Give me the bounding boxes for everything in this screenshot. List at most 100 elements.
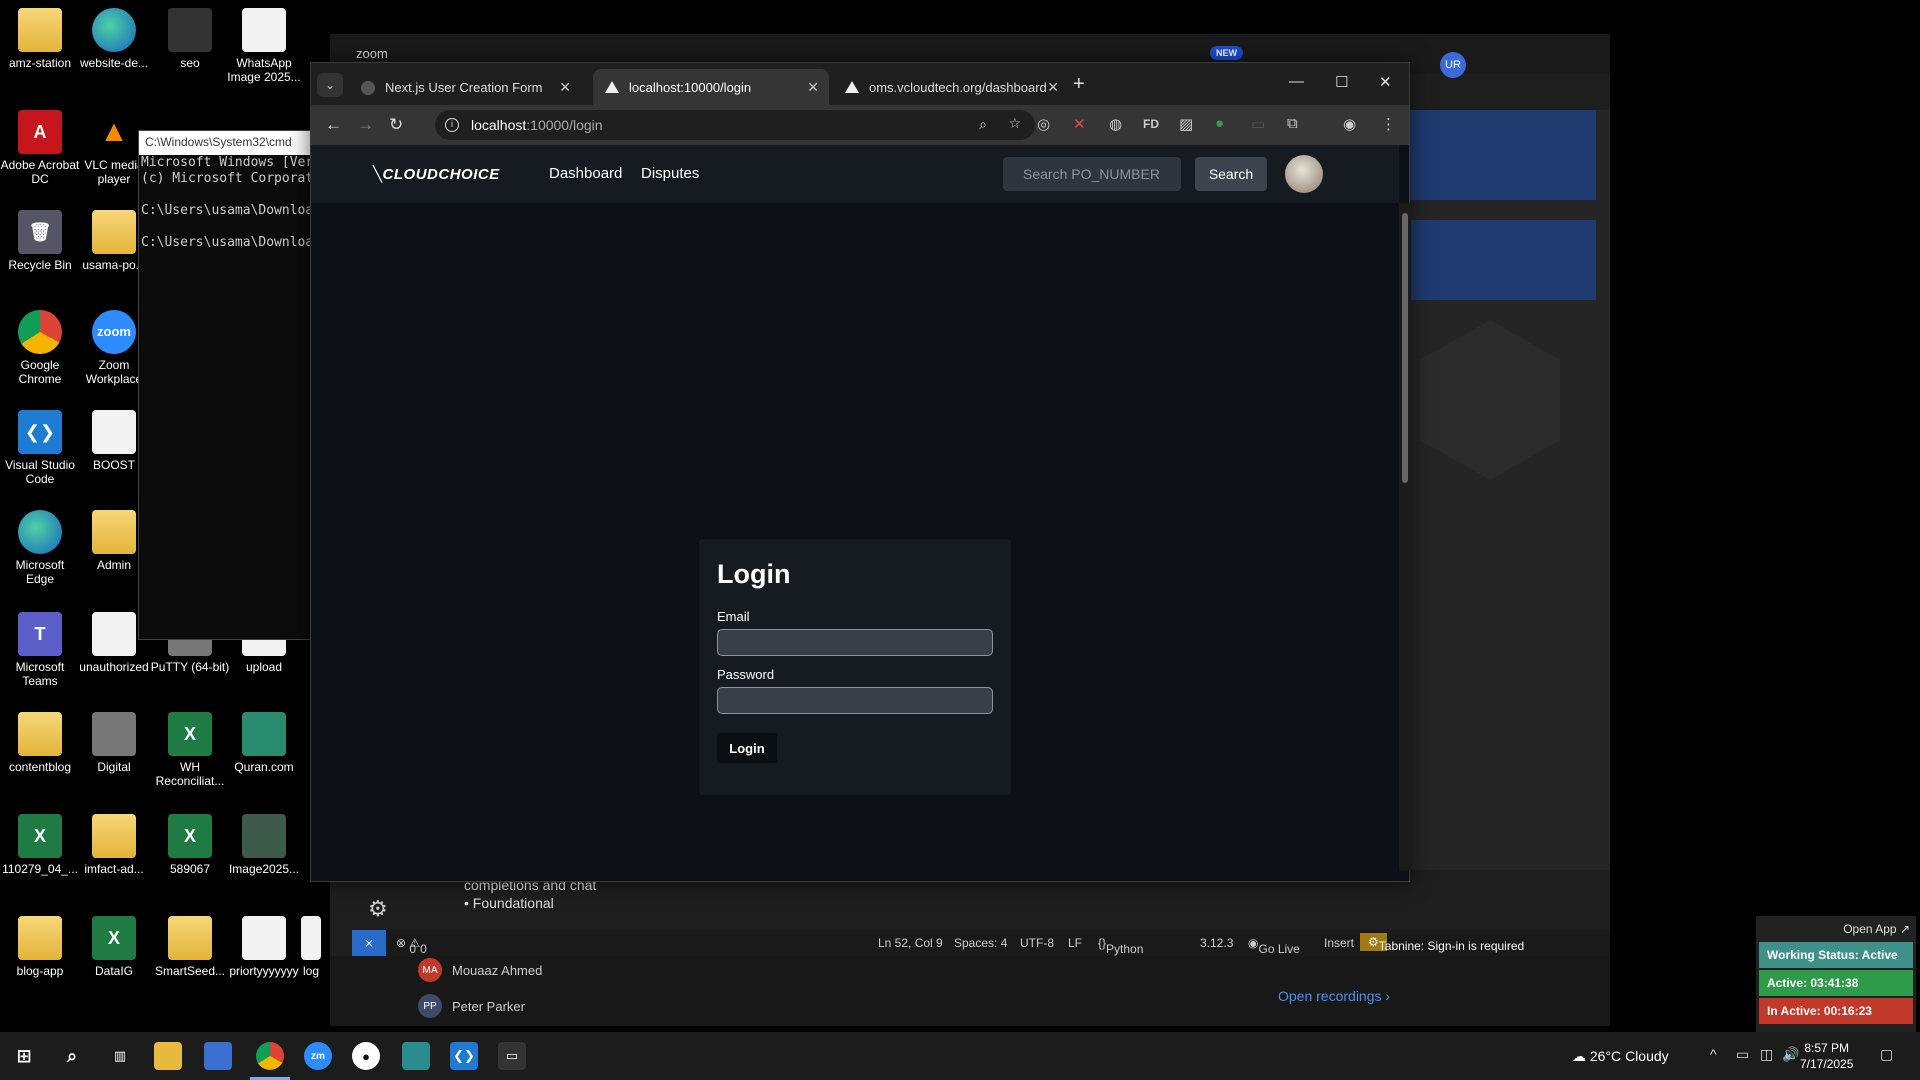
fd-extension-icon[interactable]: FD: [1143, 117, 1159, 131]
task-view-icon[interactable]: ▥: [106, 1042, 134, 1070]
brand-logo[interactable]: ╲CLOUDCHOICE: [373, 165, 500, 183]
app-taskbar-icon[interactable]: ●: [352, 1042, 380, 1070]
encoding[interactable]: UTF-8: [1020, 936, 1054, 950]
new-tab-button[interactable]: +: [1073, 73, 1085, 96]
user-avatar[interactable]: [1285, 155, 1323, 193]
system-clock[interactable]: 8:57 PM 7/17/2025: [1800, 1040, 1853, 1072]
desktop-icon-log[interactable]: log: [296, 916, 326, 978]
extension-icon[interactable]: ●: [1215, 115, 1224, 132]
profile-avatar-icon[interactable]: ◉: [1343, 115, 1356, 133]
tab-localhost-login[interactable]: localhost:10000/login ✕: [593, 69, 829, 105]
zoom-lens-icon[interactable]: ⌕: [979, 116, 987, 133]
close-tab-icon[interactable]: ✕: [807, 79, 819, 96]
contact-item[interactable]: PP Peter Parker: [418, 994, 525, 1018]
indentation[interactable]: Spaces: 4: [954, 936, 1007, 950]
open-app-button[interactable]: Open App ↗: [1756, 916, 1916, 940]
close-tab-icon[interactable]: ✕: [1047, 79, 1059, 96]
remote-icon[interactable]: ⨯: [352, 930, 386, 956]
zoom-taskbar-icon[interactable]: zm: [304, 1042, 332, 1070]
chrome-taskbar-icon[interactable]: [256, 1042, 284, 1070]
login-title: Login: [717, 559, 791, 589]
page-scrollbar[interactable]: [1399, 203, 1411, 871]
back-icon[interactable]: ←: [325, 115, 342, 135]
desktop-icon-whatsapp-image[interactable]: WhatsApp Image 2025...: [224, 8, 304, 84]
desktop-icon-website[interactable]: website-de...: [74, 8, 154, 70]
cmd-window[interactable]: C:\Windows\System32\cmd Microsoft Window…: [138, 130, 320, 640]
tab-nextjs-form[interactable]: Next.js User Creation Form ✕: [349, 69, 581, 105]
desktop-icon-priority[interactable]: priortyyyyyyy: [224, 916, 304, 978]
store-icon[interactable]: [204, 1042, 232, 1070]
open-recordings-link[interactable]: Open recordings ›: [1278, 988, 1390, 1004]
desktop-icon-acrobat[interactable]: A Adobe Acrobat DC: [0, 110, 80, 186]
go-live-button[interactable]: ◉ Go Live: [1248, 936, 1300, 956]
minimize-button[interactable]: —: [1289, 73, 1304, 90]
extension-x-icon[interactable]: ✕: [1073, 115, 1086, 133]
gear-icon[interactable]: ⚙: [368, 896, 396, 924]
login-button[interactable]: Login: [717, 733, 777, 763]
menu-kebab-icon[interactable]: ⋮: [1381, 115, 1396, 133]
desktop-icon-teams[interactable]: T Microsoft Teams: [0, 612, 80, 688]
po-search-input[interactable]: [1003, 157, 1181, 191]
desktop-icon-contentblog[interactable]: contentblog: [0, 712, 80, 774]
extension-icon[interactable]: ◎: [1037, 115, 1050, 133]
extension-icon[interactable]: ▭: [1251, 115, 1265, 133]
desktop-icon-vscode[interactable]: ❮❯ Visual Studio Code: [0, 410, 80, 486]
windows-start-icon[interactable]: ⊞: [10, 1042, 38, 1070]
maximize-button[interactable]: ☐: [1335, 73, 1348, 91]
weather-widget[interactable]: ☁ 26°C Cloudy: [1572, 1048, 1669, 1065]
desktop-icon-imfact[interactable]: imfact-ad...: [74, 814, 154, 876]
desktop-icon-wh-reconciliation[interactable]: X WH Reconciliat...: [150, 712, 230, 788]
password-field[interactable]: [717, 687, 993, 714]
desktop-icon-smartseed[interactable]: SmartSeed...: [150, 916, 230, 978]
desktop-icon-589067[interactable]: X 589067: [150, 814, 230, 876]
tab-oms-dashboard[interactable]: oms.vcloudtech.org/dashboard ✕: [833, 69, 1069, 105]
search-icon[interactable]: ⌕: [58, 1042, 86, 1070]
close-tab-icon[interactable]: ✕: [559, 79, 571, 96]
extensions-puzzle-icon[interactable]: ⧉: [1287, 115, 1298, 132]
nextjs-favicon-icon: [361, 81, 375, 95]
python-version[interactable]: 3.12.3: [1200, 936, 1233, 950]
email-field[interactable]: [717, 629, 993, 656]
network-icon[interactable]: ▭: [1736, 1046, 1749, 1063]
tray-chevron-icon[interactable]: ^: [1710, 1046, 1717, 1062]
vpn-globe-icon[interactable]: ◍: [1109, 115, 1122, 133]
bookmark-star-icon[interactable]: ☆: [1008, 115, 1021, 132]
forward-icon[interactable]: →: [357, 115, 374, 135]
close-window-button[interactable]: ✕: [1379, 73, 1392, 91]
scrollbar-thumb[interactable]: [1402, 213, 1408, 483]
tabnine-status[interactable]: ⚙ Tabnine: Sign-in is required: [1360, 933, 1524, 953]
extension-icon[interactable]: ▨: [1179, 115, 1193, 133]
line-ending[interactable]: LF: [1068, 936, 1082, 950]
desktop-icon-quran[interactable]: Quran.com: [224, 712, 304, 774]
desktop-icon-blog-app[interactable]: blog-app: [0, 916, 80, 978]
search-button[interactable]: Search: [1195, 157, 1267, 191]
desktop-icon-recycle-bin[interactable]: 🗑 Recycle Bin: [0, 210, 80, 272]
cursor-position[interactable]: Ln 52, Col 9: [878, 936, 943, 950]
desktop-icon-amz-station[interactable]: amz-station: [0, 8, 80, 70]
desktop-icon-digital[interactable]: Digital: [74, 712, 154, 774]
notification-icon[interactable]: ▢: [1880, 1046, 1893, 1063]
app-taskbar-icon[interactable]: [402, 1042, 430, 1070]
zoom-icon: zoom: [92, 310, 136, 354]
vscode-taskbar-icon[interactable]: ❮❯: [450, 1042, 478, 1070]
language-mode[interactable]: {} Python: [1098, 936, 1143, 956]
address-bar[interactable]: i localhost:10000/login ⌕ ☆: [435, 110, 1035, 140]
desktop-icon-110279[interactable]: X 110279_04_...: [0, 814, 80, 876]
desktop-icon-image2025[interactable]: Image2025...: [224, 814, 304, 876]
desktop-icon-seo[interactable]: seo: [150, 8, 230, 70]
wifi-icon[interactable]: ◫: [1760, 1046, 1773, 1063]
problems-indicator[interactable]: ⊗ 0 ⚠ 0: [396, 936, 427, 956]
contact-item[interactable]: MA Mouaaz Ahmed: [418, 958, 542, 982]
user-avatar[interactable]: UR: [1440, 52, 1466, 78]
reload-icon[interactable]: ↻: [389, 115, 403, 135]
desktop-icon-dataig[interactable]: X DataIG: [74, 916, 154, 978]
nav-disputes[interactable]: Disputes: [641, 165, 699, 182]
tab-search-icon[interactable]: ⌄: [317, 73, 343, 97]
desktop-icon-chrome[interactable]: Google Chrome: [0, 310, 80, 386]
volume-icon[interactable]: 🔊: [1782, 1046, 1799, 1063]
file-explorer-icon[interactable]: [154, 1042, 182, 1070]
terminal-taskbar-icon[interactable]: ▭: [498, 1042, 526, 1070]
nav-dashboard[interactable]: Dashboard: [549, 165, 622, 182]
desktop-icon-edge[interactable]: Microsoft Edge: [0, 510, 80, 586]
site-info-icon[interactable]: i: [445, 118, 459, 132]
